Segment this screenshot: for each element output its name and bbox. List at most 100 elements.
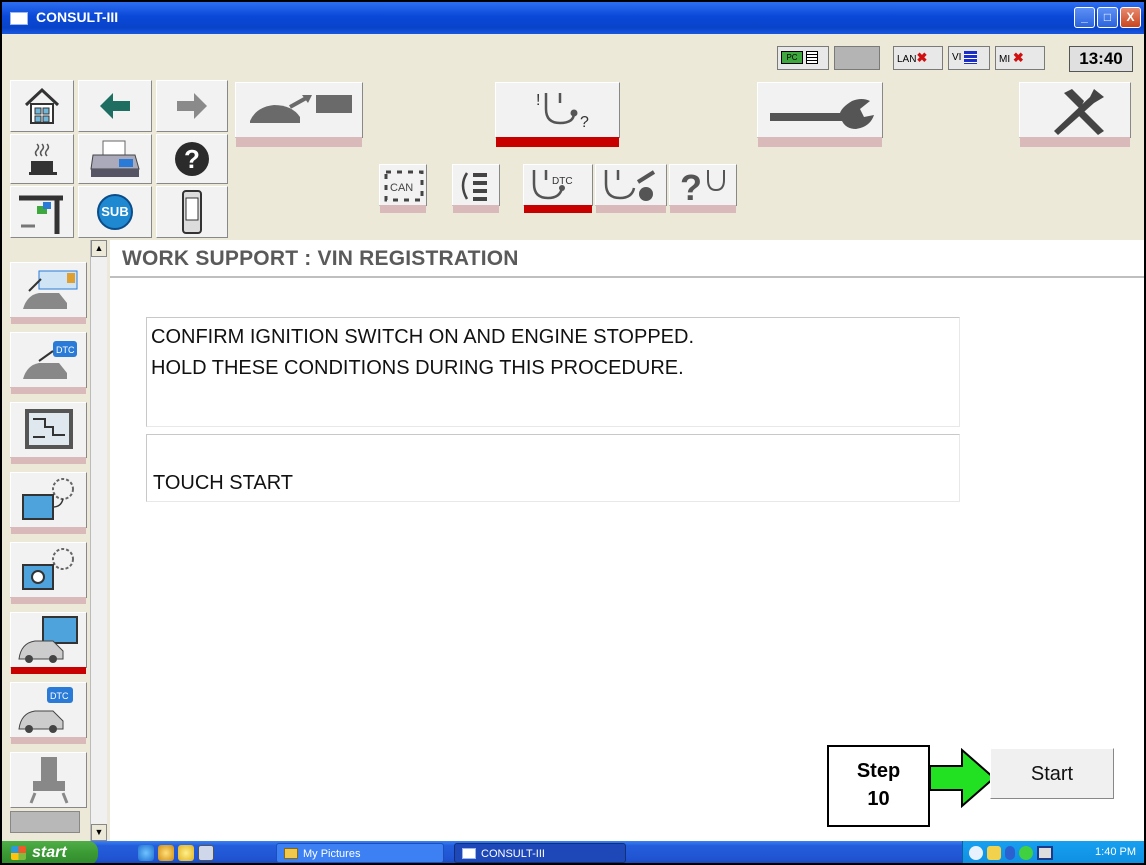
main-content: WORK SUPPORT : VIN REGISTRATION CONFIRM … [110, 240, 1144, 841]
svg-text:?: ? [680, 168, 702, 204]
display-icon[interactable] [1037, 846, 1053, 860]
browser-icon[interactable] [158, 845, 174, 861]
can-icon: CAN [384, 170, 424, 202]
tray-hand-icon[interactable] [987, 846, 1001, 860]
sidebar: DTC DTC ▲ ▼ [2, 240, 107, 841]
sidebar-item-blank[interactable] [10, 811, 80, 833]
instruction-text: TOUCH START [153, 472, 294, 494]
fan-monitor-indicator [11, 527, 86, 534]
sidebar-item-vehicle-monitor[interactable] [10, 612, 87, 674]
help-icon: ? [175, 142, 209, 176]
start-button[interactable]: Start [990, 748, 1114, 799]
tray-expand-icon[interactable] [969, 846, 983, 860]
sidebar-item-fan-monitor[interactable] [10, 472, 87, 534]
fan-monitor-icon [22, 478, 74, 520]
diagnosis-mode-button[interactable]: ! ? [495, 82, 620, 147]
vi-label: VI [952, 52, 962, 63]
home-icon [24, 87, 60, 124]
coffee-cup-icon [29, 143, 57, 175]
app-area: PC LAN✖ VI MI ✖ 13:40 ? SUB ! ? CAN DTC … [2, 34, 1144, 841]
clock: 13:40 [1069, 46, 1133, 72]
network-status-icon[interactable] [1019, 846, 1033, 860]
message-box: CONFIRM IGNITION SWITCH ON AND ENGINE ST… [146, 317, 960, 427]
task-label: CONSULT-III [481, 848, 545, 860]
can-label: CAN [390, 182, 413, 194]
dtc-connector-icon: DTC [23, 341, 77, 379]
ecu-registration-indicator [11, 317, 86, 324]
pc-icon: PC [781, 51, 803, 64]
vehicle-monitor-indicator [11, 667, 86, 674]
vehicle-connect-icon [250, 95, 352, 123]
stethoscope-dtc-icon: DTC [532, 170, 573, 200]
home-button[interactable] [10, 80, 74, 132]
message-line-2: HOLD THESE CONDITIONS DURING THIS PROCED… [151, 357, 684, 379]
fan-camera-icon [22, 548, 74, 590]
scroll-up-button[interactable]: ▲ [91, 240, 107, 257]
internet-explorer-icon[interactable] [138, 845, 154, 861]
back-button[interactable] [78, 80, 152, 132]
mi-disconnected-icon: ✖ [1012, 50, 1024, 65]
arrow-left-icon [100, 93, 130, 119]
vehicle-mode-button[interactable] [235, 82, 363, 147]
tray-clock: 1:40 PM [1095, 846, 1136, 858]
start-label: start [32, 844, 67, 861]
active-test-button[interactable] [595, 164, 667, 213]
connection-icon [19, 195, 63, 234]
step-number: 10 [867, 788, 890, 810]
app-window-icon [462, 848, 476, 859]
vi-device-button[interactable] [156, 186, 228, 238]
hand-tool-icon[interactable] [178, 845, 194, 861]
sidebar-item-monitor-panel[interactable] [10, 402, 87, 464]
lan-label: LAN [897, 54, 917, 65]
vehicle-mode-indicator [236, 137, 362, 147]
vi-device-icon [182, 190, 202, 234]
sidebar-scrollbar[interactable]: ▲ ▼ [90, 240, 107, 841]
sleep-button[interactable] [10, 134, 74, 184]
sidebar-item-ecu-registration[interactable] [10, 262, 87, 324]
stethoscope-tool-icon [604, 170, 656, 201]
close-button[interactable]: X [1120, 7, 1141, 28]
print-button[interactable] [78, 134, 152, 184]
printer-icon [90, 140, 140, 177]
vehicle-monitor-icon [18, 616, 78, 663]
ecu-registration-icon [23, 270, 78, 309]
app-window: CONSULT-III _ □ X PC LAN✖ VI MI ✖ 13:40 [0, 0, 1146, 865]
monitor-panel-indicator [11, 457, 86, 464]
tools-icon [1054, 89, 1104, 135]
sidebar-item-fan-camera[interactable] [10, 542, 87, 604]
instruction-box: TOUCH START [146, 434, 960, 502]
maintenance-mode-button[interactable] [757, 82, 883, 147]
scroll-down-button[interactable]: ▼ [91, 824, 107, 841]
sidebar-item-vehicle-dtc[interactable]: DTC [10, 682, 87, 744]
minimize-button[interactable]: _ [1074, 7, 1095, 28]
settings-mode-button[interactable] [1019, 82, 1131, 147]
connection-button[interactable] [10, 186, 74, 238]
fan-camera-indicator [11, 597, 86, 604]
taskbar-item-my-pictures[interactable]: My Pictures [276, 843, 444, 863]
sidebar-item-seat[interactable] [10, 752, 87, 808]
start-menu-button[interactable]: start [2, 841, 98, 863]
sub-button[interactable]: SUB [78, 186, 152, 238]
mi-status: MI ✖ [995, 46, 1045, 70]
diagnosis-mode-indicator [496, 137, 619, 147]
self-diagnosis-button[interactable]: DTC [523, 164, 593, 213]
dtc-connector-indicator [11, 387, 86, 394]
vi-status: VI [948, 46, 990, 70]
desktop-icon[interactable] [198, 845, 214, 861]
seat-icon [29, 757, 69, 804]
wrench-icon [770, 99, 874, 129]
forward-button[interactable] [156, 80, 228, 132]
trouble-help-indicator [670, 205, 736, 213]
help-button[interactable]: ? [156, 134, 228, 184]
taskbar-item-consult[interactable]: CONSULT-III [454, 843, 626, 863]
can-diagnosis-button[interactable]: CAN [379, 164, 427, 213]
data-monitor-button[interactable] [452, 164, 500, 213]
bluetooth-icon[interactable] [1005, 846, 1015, 860]
sidebar-item-dtc-connector[interactable]: DTC [10, 332, 87, 394]
active-test-indicator [596, 205, 666, 213]
folder-icon [284, 848, 298, 859]
trouble-help-button[interactable]: ? [669, 164, 737, 213]
maximize-button[interactable]: □ [1097, 7, 1118, 28]
lan-disconnected-icon: ✖ [916, 50, 928, 65]
maintenance-mode-indicator [758, 137, 882, 147]
